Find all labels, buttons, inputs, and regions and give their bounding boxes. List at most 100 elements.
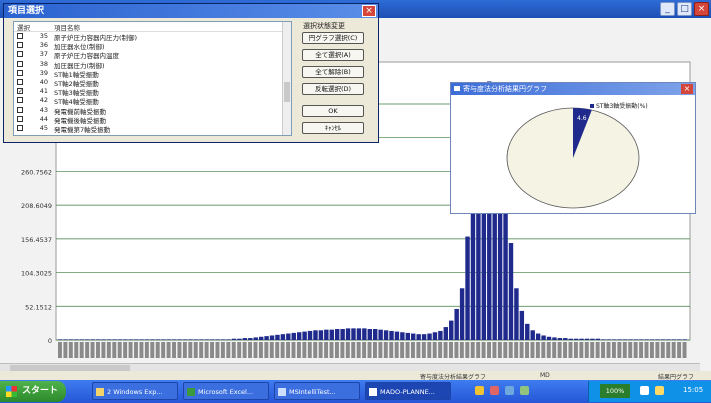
tray-e-icon[interactable] bbox=[640, 386, 649, 395]
bar bbox=[367, 329, 372, 340]
list-item[interactable]: 37 原子炉圧力容器内温度 bbox=[14, 50, 291, 60]
x-tick-label bbox=[400, 342, 405, 358]
x-tick-label bbox=[438, 342, 443, 358]
x-tick-label bbox=[199, 342, 204, 358]
list-scrollbar[interactable] bbox=[282, 22, 291, 135]
bar bbox=[595, 338, 601, 340]
x-tick-label bbox=[264, 342, 269, 358]
list-item[interactable]: 42 ST軸4軸受振動 bbox=[14, 96, 291, 106]
bar bbox=[237, 338, 242, 340]
x-tick-label bbox=[432, 342, 437, 358]
cancel-button[interactable]: ｷｬﾝｾﾙ bbox=[302, 122, 364, 134]
list-item[interactable]: 38 加圧器圧力(制御) bbox=[14, 60, 291, 70]
pie-window-close-button[interactable]: × bbox=[681, 84, 693, 94]
taskbar-item-excel[interactable]: Microsoft Excel... bbox=[183, 382, 269, 400]
item-checkbox[interactable] bbox=[17, 78, 23, 85]
bar bbox=[590, 338, 595, 340]
tray-c-icon[interactable] bbox=[505, 386, 514, 395]
list-item[interactable]: 40 ST軸2軸受振動 bbox=[14, 78, 291, 88]
x-tick-label bbox=[394, 342, 399, 358]
list-item[interactable]: 44 発電機後軸受振動 bbox=[14, 115, 291, 125]
bar bbox=[253, 337, 258, 340]
item-checkbox[interactable] bbox=[17, 33, 23, 39]
ok-button[interactable]: OK bbox=[302, 105, 364, 117]
bar bbox=[611, 339, 617, 340]
item-checkbox[interactable]: ✓ bbox=[17, 88, 23, 95]
taskbar-item-app[interactable]: MSIntelliTest... bbox=[274, 382, 360, 400]
start-button[interactable]: スタート bbox=[0, 381, 66, 402]
list-rows: 35 原子炉圧力容器内圧力(制御) 36 加圧器水位(制御) 37 原子炉圧力容器内温度 3… bbox=[14, 32, 291, 134]
bar bbox=[655, 339, 660, 340]
x-tick-label bbox=[182, 342, 187, 358]
bar bbox=[220, 339, 226, 340]
bar bbox=[660, 339, 666, 340]
tray-f-icon[interactable] bbox=[655, 386, 664, 395]
x-tick-label bbox=[291, 342, 296, 358]
close-button[interactable]: × bbox=[694, 2, 709, 16]
x-tick-label bbox=[220, 342, 225, 358]
taskbar-item-explorer[interactable]: 2 Windows Exp... bbox=[92, 382, 178, 400]
pie-chart: 4.6 bbox=[506, 107, 640, 209]
x-tick-label bbox=[595, 342, 600, 358]
taskbar-item-active[interactable]: MADO-PLANNE... bbox=[365, 382, 451, 400]
list-item[interactable]: ✓ 41 ST軸3軸受振動 bbox=[14, 87, 291, 97]
x-tick-label bbox=[166, 342, 171, 358]
list-item[interactable]: 45 発電機第7軸受振動 bbox=[14, 124, 291, 134]
item-checkbox[interactable] bbox=[17, 69, 23, 76]
y-tick-label: 208.6049 bbox=[21, 202, 52, 210]
item-checkbox[interactable] bbox=[17, 106, 23, 113]
item-checkbox[interactable] bbox=[17, 42, 23, 49]
maximize-button[interactable]: □ bbox=[677, 2, 692, 16]
bar bbox=[573, 338, 579, 340]
x-tick-label bbox=[617, 342, 622, 358]
x-tick-label bbox=[172, 342, 176, 358]
bar bbox=[405, 332, 411, 340]
dialog-close-button[interactable]: × bbox=[362, 5, 376, 17]
select-all-button[interactable]: 全て選択(A) bbox=[302, 49, 364, 61]
bar bbox=[671, 339, 677, 340]
invert-selection-button[interactable]: 反転選択(D) bbox=[302, 83, 364, 95]
x-tick-label bbox=[622, 342, 627, 358]
list-item[interactable]: 39 ST軸1軸受振動 bbox=[14, 69, 291, 79]
x-tick-label bbox=[606, 342, 611, 358]
x-tick-label bbox=[677, 342, 682, 358]
bar bbox=[199, 339, 204, 340]
item-select-dialog: 項目選択 × 選択 項目名称 35 原子炉圧力容器内圧力(制御) 36 加圧器水位(制… bbox=[3, 3, 379, 143]
x-tick-label bbox=[378, 342, 383, 358]
bar bbox=[210, 339, 215, 340]
x-tick-label bbox=[68, 342, 73, 358]
bar bbox=[459, 288, 465, 340]
x-tick-label bbox=[682, 342, 687, 358]
bar bbox=[155, 339, 161, 340]
bar bbox=[296, 332, 302, 340]
x-tick-label bbox=[584, 342, 589, 358]
pie-select-button[interactable]: 円グラフ選択(C) bbox=[302, 32, 364, 44]
bar bbox=[432, 332, 438, 340]
list-item[interactable]: 35 原子炉圧力容器内圧力(制御) bbox=[14, 32, 291, 42]
x-tick-label bbox=[470, 342, 475, 358]
bar bbox=[421, 334, 427, 340]
tray-d-icon[interactable] bbox=[520, 386, 529, 395]
item-checkbox[interactable] bbox=[17, 60, 23, 67]
bar bbox=[541, 335, 546, 340]
item-checkbox[interactable] bbox=[17, 115, 23, 122]
clear-all-button[interactable]: 全て解除(B) bbox=[302, 66, 364, 78]
x-tick-label bbox=[454, 342, 459, 358]
x-tick-label bbox=[275, 342, 280, 358]
item-checkbox[interactable] bbox=[17, 51, 23, 58]
item-checkbox[interactable] bbox=[17, 97, 23, 104]
bar bbox=[177, 339, 182, 340]
list-header: 選択 項目名称 bbox=[14, 22, 291, 32]
x-tick-label bbox=[481, 342, 486, 358]
list-item[interactable]: 43 発電機前軸受振動 bbox=[14, 106, 291, 116]
x-tick-label bbox=[193, 342, 198, 358]
tray-a-icon[interactable] bbox=[475, 386, 484, 395]
task-label: 2 Windows Exp... bbox=[107, 388, 163, 396]
list-item[interactable]: 36 加圧器水位(制御) bbox=[14, 41, 291, 51]
tray-b-icon[interactable] bbox=[490, 386, 499, 395]
bar bbox=[449, 320, 454, 340]
minimize-button[interactable]: _ bbox=[660, 2, 675, 16]
item-checkbox[interactable] bbox=[17, 124, 23, 131]
bar bbox=[286, 333, 291, 340]
scrollbar-thumb[interactable] bbox=[284, 82, 290, 102]
